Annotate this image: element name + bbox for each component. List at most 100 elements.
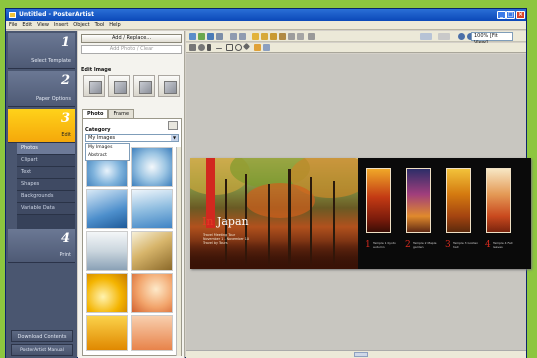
photo-thumbnail[interactable] <box>131 273 173 313</box>
step-number: 4 <box>60 231 70 246</box>
poster-photo[interactable] <box>486 168 511 233</box>
subnav-variable-data[interactable]: Variable Data <box>17 203 75 215</box>
photo-thumbnail[interactable] <box>86 315 128 351</box>
poster-spread[interactable]: In Japan Travel Meeting Tour November 1 … <box>190 158 531 269</box>
subnav-photos[interactable]: Photos <box>17 143 75 155</box>
photo-thumbnail[interactable] <box>86 273 128 313</box>
pointer-icon[interactable] <box>189 44 196 51</box>
open-icon[interactable] <box>198 33 205 40</box>
photo-thumbnail[interactable] <box>131 231 173 271</box>
category-option[interactable]: My Images <box>86 144 129 152</box>
canvas-horizontal-scrollbar[interactable] <box>186 350 526 358</box>
edit-subnav: Photos Clipart Text Shapes Backgrounds V… <box>17 143 75 239</box>
photo-thumbnail[interactable] <box>131 147 173 187</box>
subnav-text[interactable]: Text <box>17 167 75 179</box>
download-contents-button[interactable]: Download Contents <box>11 330 73 342</box>
redo-icon[interactable] <box>239 33 246 40</box>
save-icon[interactable] <box>207 33 214 40</box>
add-replace-button[interactable]: Add / Replace... <box>81 34 182 43</box>
subnav-backgrounds[interactable]: Backgrounds <box>17 191 75 203</box>
step-number: 2 <box>60 73 70 88</box>
manual-button[interactable]: PosterArtist Manual <box>11 344 73 356</box>
paste-icon[interactable] <box>270 33 277 40</box>
step-label: Edit <box>61 132 71 138</box>
tab-photo[interactable]: Photo <box>82 109 109 118</box>
poster-right-page[interactable]: 1 Temple 1 Kyoto autumn 2 Temple 2 Maple… <box>360 158 531 269</box>
image-tool-icon[interactable] <box>263 44 270 51</box>
rectangle-tool-icon[interactable] <box>226 44 233 51</box>
menu-tool[interactable]: Tool <box>92 21 107 29</box>
text-tool-icon[interactable] <box>207 44 211 51</box>
view-grid-icon[interactable] <box>168 121 178 130</box>
poster-photo[interactable] <box>406 168 431 233</box>
step-select-template[interactable]: 1 Select Template <box>8 33 75 69</box>
minimize-icon[interactable]: _ <box>497 11 506 19</box>
poster-left-page[interactable]: In Japan Travel Meeting Tour November 1 … <box>190 158 358 269</box>
step-paper-options[interactable]: 2 Paper Options <box>8 71 75 107</box>
editing-canvas[interactable]: In Japan Travel Meeting Tour November 1 … <box>186 54 531 350</box>
print-icon[interactable] <box>216 33 223 40</box>
menu-view[interactable]: View <box>34 21 51 29</box>
arrange-icon[interactable] <box>297 33 304 40</box>
photo-number: 2 <box>405 240 411 250</box>
layout-icon[interactable] <box>420 33 432 40</box>
tab-frame[interactable]: Frame <box>108 109 135 118</box>
add-photo-clear-button[interactable]: Add Photo / Clear <box>81 45 182 54</box>
category-dropdown-list: My Images Abstract <box>85 143 130 161</box>
menu-insert[interactable]: Insert <box>51 21 70 29</box>
poster-photo[interactable] <box>446 168 471 233</box>
photo-thumbnail[interactable] <box>86 231 128 271</box>
menu-help[interactable]: Help <box>106 21 122 29</box>
zoom-select[interactable]: 100% [Fit View] <box>471 32 513 46</box>
menu-edit[interactable]: Edit <box>19 21 34 29</box>
menu-file[interactable]: File <box>6 21 19 29</box>
lock-icon[interactable] <box>308 33 315 40</box>
foliage <box>245 183 315 218</box>
drawing-toolbar <box>186 42 526 53</box>
app-icon <box>9 12 16 18</box>
ground-shade <box>190 241 358 269</box>
maximize-icon[interactable]: □ <box>506 11 515 19</box>
photo-list-scrollbar[interactable] <box>176 147 181 356</box>
category-option[interactable]: Abstract <box>86 152 129 160</box>
photo-thumbnail[interactable] <box>86 189 128 229</box>
poster-title[interactable]: In Japan <box>202 215 249 228</box>
clipart-tool-icon[interactable] <box>254 44 261 51</box>
color-adjust-icon[interactable] <box>133 75 155 97</box>
application-window: Untitled - PosterArtist _ □ × File Edit Vi… <box>5 8 531 358</box>
subnav-clipart[interactable]: Clipart <box>17 155 75 167</box>
scrollbar-thumb[interactable] <box>354 352 368 357</box>
zoom-in-icon[interactable] <box>458 33 465 40</box>
effects-icon[interactable] <box>158 75 180 97</box>
crop-icon[interactable] <box>83 75 105 97</box>
photo-thumbnail[interactable] <box>131 315 173 351</box>
trim-icon[interactable] <box>108 75 130 97</box>
category-select[interactable]: My Images ▼ <box>85 134 179 142</box>
photo-caption: Temple 4 Fall leaves <box>493 241 513 249</box>
poster-photo[interactable] <box>366 168 391 233</box>
new-icon[interactable] <box>189 33 196 40</box>
menu-bar: File Edit View Insert Object Tool Help <box>6 21 526 30</box>
photo-caption: Temple 1 Kyoto autumn <box>373 241 396 249</box>
title-bar: Untitled - PosterArtist _ □ × <box>6 9 526 21</box>
ellipse-tool-icon[interactable] <box>235 44 242 51</box>
copy-icon[interactable] <box>261 33 268 40</box>
close-icon[interactable]: × <box>516 11 525 19</box>
rotate-icon[interactable] <box>198 44 205 51</box>
step-number: 3 <box>60 111 70 126</box>
align-icon[interactable] <box>279 33 286 40</box>
line-tool-icon[interactable] <box>216 48 222 49</box>
photo-caption: Temple 3 Golden hall <box>453 241 479 249</box>
poster-travel-info[interactable]: Travel Meeting Tour November 1 - Novembe… <box>203 233 249 245</box>
undo-icon[interactable] <box>230 33 237 40</box>
grid-icon[interactable] <box>438 33 450 40</box>
subnav-shapes[interactable]: Shapes <box>17 179 75 191</box>
cut-icon[interactable] <box>252 33 259 40</box>
step-print[interactable]: 4 Print <box>8 229 75 263</box>
step-edit[interactable]: 3 Edit <box>8 109 75 143</box>
photo-thumbnail[interactable] <box>131 189 173 229</box>
menu-object[interactable]: Object <box>70 21 91 29</box>
chevron-down-icon[interactable]: ▼ <box>171 135 178 141</box>
group-icon[interactable] <box>288 33 295 40</box>
polygon-tool-icon[interactable] <box>242 42 251 51</box>
